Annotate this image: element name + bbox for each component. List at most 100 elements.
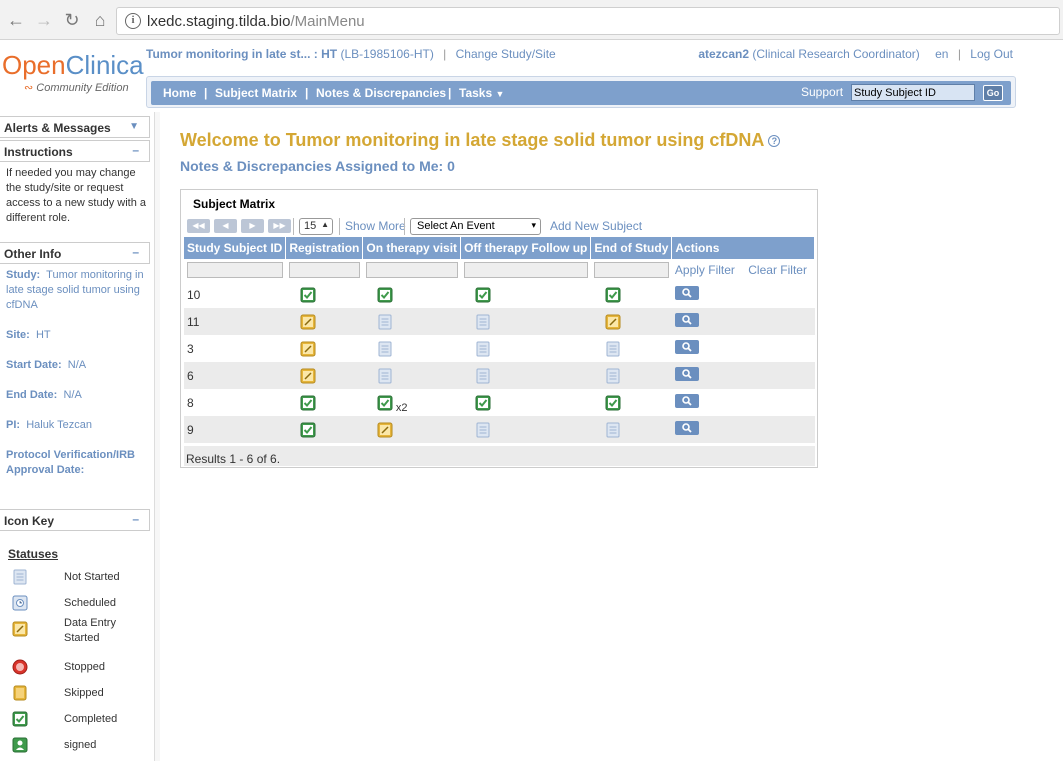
subject-matrix-table: Study Subject ID Registration On therapy v…: [184, 237, 815, 443]
show-more-link[interactable]: Show More: [345, 219, 406, 233]
language-link[interactable]: en: [935, 47, 948, 61]
filter-input[interactable]: [288, 262, 360, 278]
page-title: Welcome to Tumor monitoring in late stag…: [180, 130, 781, 151]
completed-icon[interactable]: [377, 395, 393, 410]
url-path: /MainMenu: [290, 13, 365, 30]
data-entry-started-icon[interactable]: [377, 422, 393, 437]
page-size-select[interactable]: 15 ▲: [299, 218, 333, 235]
event-status-cell: [461, 389, 591, 416]
completed-icon[interactable]: [605, 287, 621, 302]
subject-matrix-panel: Subject Matrix ◀◀ ◀ ▶ ▶▶ 15 ▲ Show More S…: [180, 189, 818, 468]
first-page-icon[interactable]: ◀◀: [187, 219, 210, 233]
prev-page-icon[interactable]: ◀: [214, 219, 237, 233]
not-started-icon: [12, 569, 28, 585]
back-icon[interactable]: ←: [6, 10, 26, 30]
nav-notes[interactable]: Notes & Discrepancies: [316, 86, 446, 100]
table-row: 11: [184, 308, 815, 335]
not-started-icon[interactable]: [475, 422, 491, 437]
nav-home[interactable]: Home: [163, 86, 196, 100]
completed-icon[interactable]: [300, 422, 316, 437]
home-icon[interactable]: ⌂: [90, 10, 110, 30]
filter-input[interactable]: [463, 262, 588, 278]
expand-icon[interactable]: ▼: [129, 121, 139, 132]
collapse-icon[interactable]: –: [132, 245, 139, 259]
study-field: Study: Tumor monitoring in late stage so…: [6, 269, 144, 311]
filter-input[interactable]: [187, 262, 283, 278]
chevron-down-icon: ▼: [495, 89, 505, 99]
view-subject-button[interactable]: [674, 339, 699, 354]
completed-icon[interactable]: [605, 395, 621, 410]
add-new-subject-link[interactable]: Add New Subject: [550, 219, 642, 233]
not-started-icon[interactable]: [475, 341, 491, 356]
not-started-icon[interactable]: [377, 368, 393, 383]
not-started-icon[interactable]: [377, 341, 393, 356]
support-link[interactable]: Support: [801, 85, 843, 99]
icon-key-item: Scheduled: [10, 594, 150, 616]
completed-icon[interactable]: [377, 287, 393, 302]
nav-subject-matrix[interactable]: Subject Matrix: [215, 86, 297, 100]
scheduled-icon: [12, 595, 28, 611]
address-bar[interactable]: i lxedc.staging.tilda.bio/MainMenu: [116, 7, 1060, 35]
openclinica-logo[interactable]: OpenClinica ∾ Community Edition: [2, 50, 144, 94]
reload-icon[interactable]: ↻: [62, 10, 82, 30]
subject-matrix-title: Subject Matrix: [193, 197, 276, 211]
clear-filter-link[interactable]: Clear Filter: [748, 263, 807, 277]
completed-icon[interactable]: [475, 395, 491, 410]
last-page-icon[interactable]: ▶▶: [268, 219, 291, 233]
select-event-dropdown[interactable]: Select An Event ▾: [410, 218, 541, 235]
column-header[interactable]: Off therapy Follow up: [460, 237, 592, 259]
column-header[interactable]: Actions: [671, 237, 815, 259]
next-page-icon[interactable]: ▶: [241, 219, 264, 233]
data-entry-started-icon[interactable]: [300, 368, 316, 383]
study-subject-search-input[interactable]: [851, 84, 975, 101]
site-field: Site: HT: [6, 329, 51, 341]
column-header[interactable]: Registration: [285, 237, 364, 259]
user-role: (Clinical Research Coordinator): [752, 47, 920, 61]
view-subject-button[interactable]: [674, 420, 699, 435]
instructions-panel-header[interactable]: Instructions –: [0, 140, 150, 162]
logout-link[interactable]: Log Out: [970, 47, 1013, 61]
logo-edition: ∾ Community Edition: [24, 82, 129, 94]
data-entry-started-icon[interactable]: [300, 341, 316, 356]
other-info-panel-header[interactable]: Other Info –: [0, 242, 150, 264]
not-started-icon[interactable]: [605, 422, 621, 437]
completed-icon[interactable]: [300, 395, 316, 410]
forward-icon[interactable]: →: [34, 10, 54, 30]
not-started-icon[interactable]: [605, 368, 621, 383]
column-header[interactable]: On therapy visit: [362, 237, 462, 259]
view-subject-button[interactable]: [674, 366, 699, 381]
change-study-link[interactable]: Change Study/Site: [456, 47, 556, 61]
apply-filter-link[interactable]: Apply Filter: [675, 263, 735, 277]
completed-icon[interactable]: [475, 287, 491, 302]
view-subject-button[interactable]: [674, 312, 699, 327]
column-header[interactable]: End of Study: [590, 237, 673, 259]
help-icon[interactable]: ?: [768, 135, 781, 148]
view-subject-button[interactable]: [674, 393, 699, 408]
icon-key-panel-header[interactable]: Icon Key –: [0, 509, 150, 531]
icon-key-item: Skipped: [10, 684, 150, 706]
subject-id-cell: 8: [187, 395, 194, 410]
not-started-icon[interactable]: [377, 314, 393, 329]
notes-assigned-title[interactable]: Notes & Discrepancies Assigned to Me: 0: [180, 158, 455, 174]
completed-icon[interactable]: [300, 287, 316, 302]
data-entry-started-icon[interactable]: [300, 314, 316, 329]
user-info: atezcan2 (Clinical Research Coordinator)…: [698, 47, 1013, 61]
magnifier-icon: [682, 288, 692, 298]
not-started-icon[interactable]: [605, 341, 621, 356]
event-status-cell: [362, 308, 461, 335]
not-started-icon[interactable]: [475, 368, 491, 383]
collapse-icon[interactable]: –: [132, 143, 139, 157]
filter-input[interactable]: [593, 262, 669, 278]
alerts-panel-header[interactable]: Alerts & Messages ▼: [0, 116, 150, 138]
data-entry-started-icon[interactable]: [605, 314, 621, 329]
site-info-icon[interactable]: i: [125, 13, 141, 29]
collapse-icon[interactable]: –: [132, 512, 139, 526]
event-status-cell: [590, 362, 672, 389]
column-header[interactable]: Study Subject ID: [184, 237, 287, 259]
icon-key-label: signed: [64, 739, 97, 751]
view-subject-button[interactable]: [674, 285, 699, 300]
go-button[interactable]: Go: [983, 85, 1003, 101]
not-started-icon[interactable]: [475, 314, 491, 329]
filter-input[interactable]: [365, 262, 458, 278]
nav-tasks[interactable]: Tasks ▼: [459, 86, 504, 100]
